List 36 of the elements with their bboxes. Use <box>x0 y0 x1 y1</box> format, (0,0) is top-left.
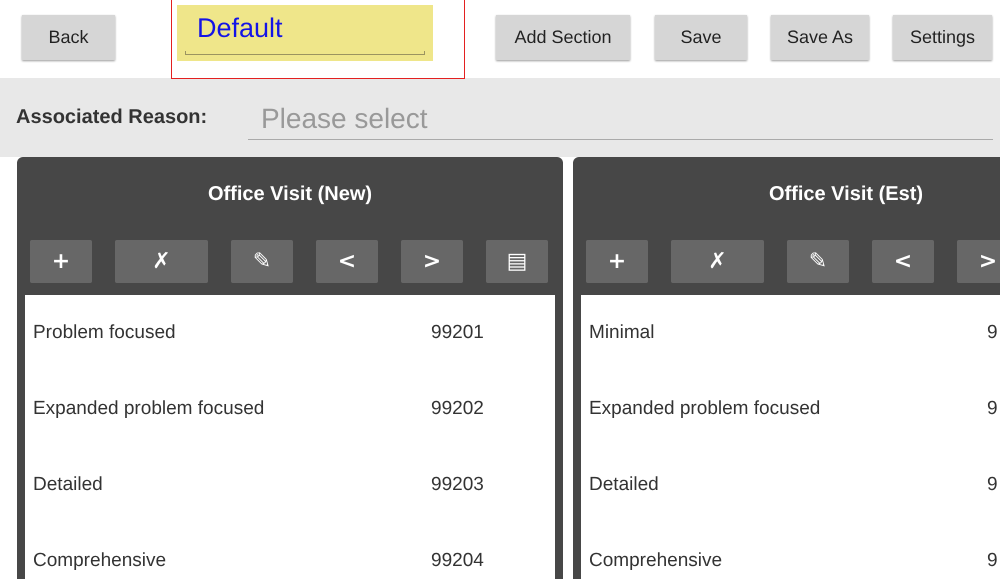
tool-button[interactable]: < <box>316 240 378 283</box>
item-code: 9 <box>987 398 998 420</box>
section-title: Office Visit (New) <box>206 182 374 207</box>
item-name[interactable]: Comprehensive <box>33 550 431 572</box>
reason-label: Associated Reason: <box>16 106 208 129</box>
tool-button[interactable]: + <box>586 240 648 283</box>
title-field[interactable]: Default <box>177 5 433 61</box>
item-name[interactable]: Comprehensive <box>589 550 987 572</box>
back-button[interactable]: Back <box>22 14 115 60</box>
item-name[interactable]: Detailed <box>33 474 431 496</box>
tool-button[interactable]: ✗ <box>115 240 208 283</box>
toolbar-button[interactable]: Settings <box>893 14 992 60</box>
item-code: 9 <box>987 550 998 572</box>
toolbar-button[interactable]: Save As <box>771 14 869 60</box>
item-code: 9 <box>987 322 998 344</box>
item-code: 99201 <box>431 322 484 344</box>
tool-button[interactable]: ▤ <box>486 240 548 283</box>
tool-button[interactable]: ✎ <box>231 240 293 283</box>
item-code: 99203 <box>431 474 484 496</box>
item-name[interactable]: Minimal <box>589 322 987 344</box>
tool-button[interactable]: ✎ <box>787 240 849 283</box>
tool-button[interactable]: > <box>401 240 463 283</box>
tool-button[interactable]: > <box>957 240 1000 283</box>
toolbar-button[interactable]: Add Section <box>496 14 630 60</box>
item-name[interactable]: Expanded problem focused <box>589 398 987 420</box>
item-code: 9 <box>987 474 998 496</box>
tool-button[interactable]: < <box>872 240 934 283</box>
tool-button[interactable]: ✗ <box>671 240 764 283</box>
tool-button[interactable]: + <box>30 240 92 283</box>
item-name[interactable]: Problem focused <box>33 322 431 344</box>
item-name[interactable]: Detailed <box>589 474 987 496</box>
item-code: 99204 <box>431 550 484 572</box>
section-title: Office Visit (Est) <box>768 182 924 207</box>
toolbar-button[interactable]: Save <box>655 14 747 60</box>
item-name[interactable]: Expanded problem focused <box>33 398 431 420</box>
item-code: 99202 <box>431 398 484 420</box>
